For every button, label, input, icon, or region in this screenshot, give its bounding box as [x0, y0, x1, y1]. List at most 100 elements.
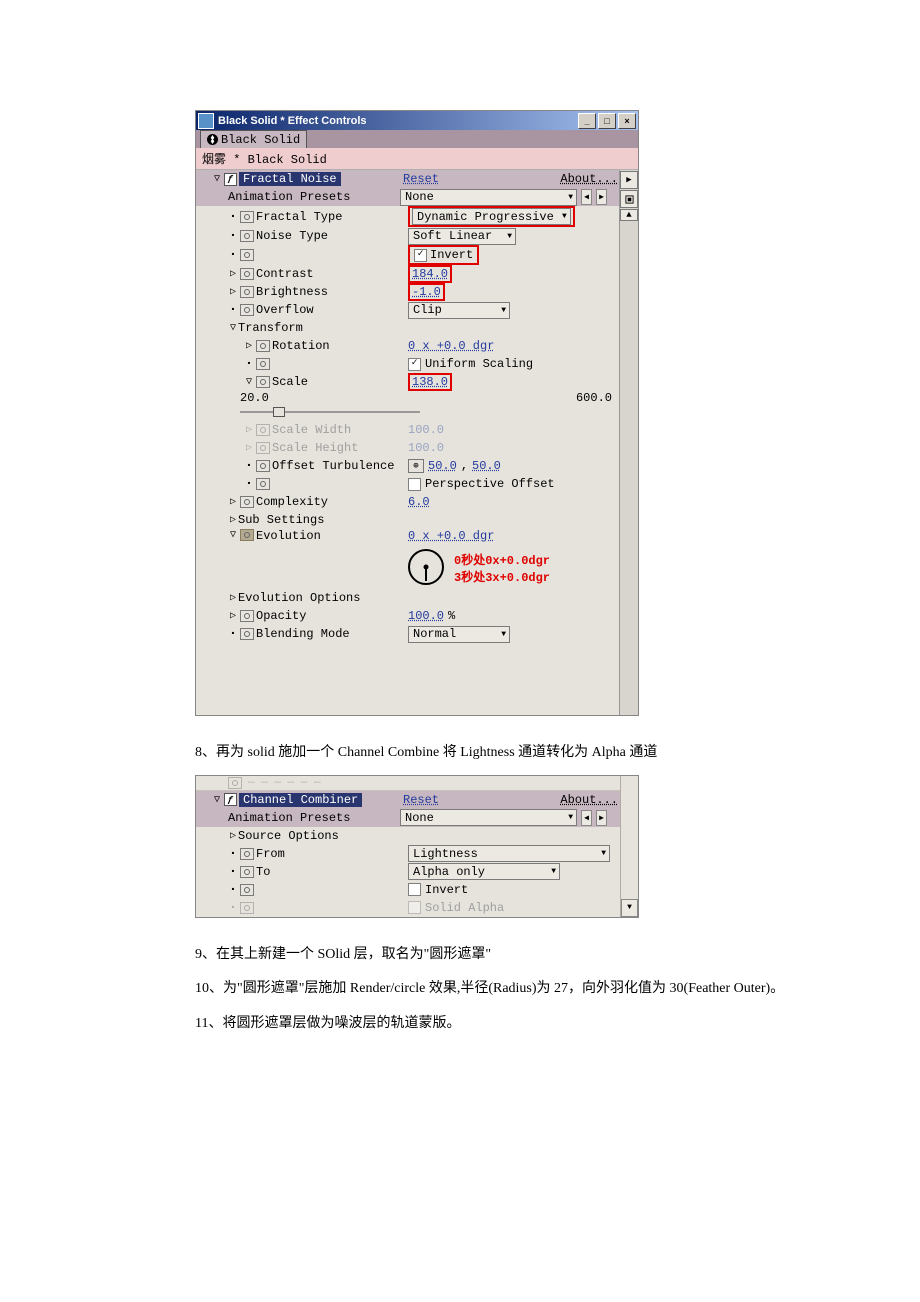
blending-mode-label: Blending Mode: [256, 627, 408, 641]
perspective-offset-row: Perspective Offset: [196, 475, 638, 493]
evolution-value[interactable]: 0 x +0.0 dgr: [408, 529, 494, 543]
stopwatch-icon[interactable]: [240, 286, 254, 298]
cutoff-row: — — — — — —: [196, 776, 638, 791]
bullet-icon: [200, 476, 254, 492]
tab-black-solid[interactable]: Black Solid: [200, 130, 307, 148]
about-link[interactable]: About...: [560, 793, 618, 807]
overflow-label: Overflow: [256, 303, 408, 317]
stopwatch-icon[interactable]: [256, 358, 270, 370]
stopwatch-icon[interactable]: [256, 340, 270, 352]
about-link[interactable]: About...: [560, 172, 618, 186]
twirl-right-icon[interactable]: [200, 830, 238, 842]
scrollbar-down-button[interactable]: ▼: [621, 899, 638, 917]
flyout-menu-button[interactable]: ▶: [620, 171, 638, 189]
maximize-button[interactable]: □: [598, 113, 616, 129]
twirl-right-icon[interactable]: [200, 286, 238, 298]
stopwatch-icon[interactable]: [240, 628, 254, 640]
twirl-right-icon[interactable]: [200, 496, 238, 508]
animation-presets-dropdown[interactable]: None: [400, 189, 577, 206]
fx-toggle[interactable]: ƒ: [224, 793, 237, 806]
transform-row: Transform: [196, 319, 638, 337]
twirl-right-icon[interactable]: [200, 424, 254, 436]
bullet-icon: [200, 846, 238, 862]
scrollbar-up-button[interactable]: ▲: [620, 209, 638, 221]
twirl-right-icon[interactable]: [200, 514, 238, 526]
stopwatch-icon[interactable]: [240, 884, 254, 896]
twirl-right-icon[interactable]: [200, 592, 238, 604]
blending-mode-dropdown[interactable]: Normal: [408, 626, 510, 643]
preset-next-button[interactable]: ▶: [596, 810, 607, 826]
effect-name[interactable]: Fractal Noise: [239, 172, 341, 186]
twirl-down-icon[interactable]: [200, 794, 222, 806]
sub-settings-row: Sub Settings: [196, 511, 638, 529]
fx-toggle[interactable]: ƒ: [224, 173, 237, 186]
scale-slider[interactable]: [240, 407, 420, 417]
offset-x-value[interactable]: 50.0: [428, 459, 457, 473]
fractal-type-dropdown[interactable]: Dynamic Progressive: [412, 208, 571, 225]
preset-prev-button[interactable]: ◀: [581, 189, 592, 205]
reset-link[interactable]: Reset: [403, 172, 439, 186]
opacity-value[interactable]: 100.0: [408, 609, 444, 623]
twirl-down-icon[interactable]: [200, 322, 238, 334]
brightness-label: Brightness: [256, 285, 408, 299]
stopwatch-icon[interactable]: [240, 304, 254, 316]
invert-checkbox[interactable]: [414, 249, 427, 262]
window-titlebar[interactable]: Black Solid * Effect Controls _ □ ×: [196, 111, 638, 130]
evolution-label: Evolution: [256, 529, 408, 543]
source-options-label: Source Options: [238, 829, 418, 843]
animation-presets-dropdown[interactable]: None: [400, 809, 577, 826]
stopwatch-icon[interactable]: [240, 268, 254, 280]
complexity-value[interactable]: 6.0: [408, 495, 430, 509]
preset-next-button[interactable]: ▶: [596, 189, 607, 205]
bullet-icon: [200, 900, 238, 916]
reset-link[interactable]: Reset: [403, 793, 439, 807]
close-button[interactable]: ×: [618, 113, 636, 129]
evolution-dial[interactable]: [408, 549, 444, 585]
twirl-down-icon[interactable]: [200, 376, 254, 388]
noise-type-dropdown[interactable]: Soft Linear: [408, 228, 516, 245]
preset-prev-button[interactable]: ◀: [581, 810, 592, 826]
perspective-offset-label: Perspective Offset: [425, 477, 555, 491]
stopwatch-icon-keyframed[interactable]: [240, 529, 254, 541]
position-icon[interactable]: ⊕: [408, 459, 424, 473]
brightness-value[interactable]: -1.0: [412, 285, 441, 299]
twirl-down-icon[interactable]: [200, 529, 238, 541]
offset-y-value[interactable]: 50.0: [472, 459, 501, 473]
stopwatch-icon[interactable]: [256, 460, 270, 472]
uniform-scaling-checkbox[interactable]: [408, 358, 421, 371]
twirl-right-icon[interactable]: [200, 340, 254, 352]
twirl-right-icon[interactable]: [200, 442, 254, 454]
stopwatch-icon[interactable]: [240, 211, 254, 223]
contrast-value[interactable]: 184.0: [412, 267, 448, 281]
stopwatch-icon[interactable]: [240, 610, 254, 622]
twirl-right-icon[interactable]: [200, 610, 238, 622]
invert-checkbox[interactable]: [408, 883, 421, 896]
twirl-right-icon[interactable]: [200, 268, 238, 280]
twirl-down-icon[interactable]: [200, 173, 222, 185]
uniform-scaling-row: Uniform Scaling: [196, 355, 638, 373]
to-dropdown[interactable]: Alpha only: [408, 863, 560, 880]
bullet-icon: [200, 356, 254, 372]
stopwatch-icon[interactable]: [240, 249, 254, 261]
perspective-offset-checkbox[interactable]: [408, 478, 421, 491]
minimize-button[interactable]: _: [578, 113, 596, 129]
panel-sidebar: ▶ ▲: [619, 170, 638, 715]
step-11-text: 11、将圆形遮罩层做为噪波层的轨道蒙版。: [195, 1011, 920, 1038]
stopwatch-icon[interactable]: [256, 376, 270, 388]
effect-name[interactable]: Channel Combiner: [239, 793, 362, 807]
bullet-icon: [200, 302, 238, 318]
bullet-icon: [200, 882, 238, 898]
stopwatch-icon[interactable]: [240, 230, 254, 242]
scrollbar[interactable]: ▼: [620, 776, 638, 917]
from-dropdown[interactable]: Lightness: [408, 845, 610, 862]
overflow-dropdown[interactable]: Clip: [408, 302, 510, 319]
stopwatch-icon[interactable]: [256, 478, 270, 490]
stopwatch-icon[interactable]: [240, 496, 254, 508]
scale-width-value: 100.0: [408, 423, 444, 437]
layer-icon: [207, 134, 218, 145]
stopwatch-icon[interactable]: [240, 848, 254, 860]
scale-value[interactable]: 138.0: [412, 375, 448, 389]
rotation-value[interactable]: 0 x +0.0 dgr: [408, 339, 494, 353]
toggle-switches-button[interactable]: [620, 190, 638, 208]
stopwatch-icon[interactable]: [240, 866, 254, 878]
